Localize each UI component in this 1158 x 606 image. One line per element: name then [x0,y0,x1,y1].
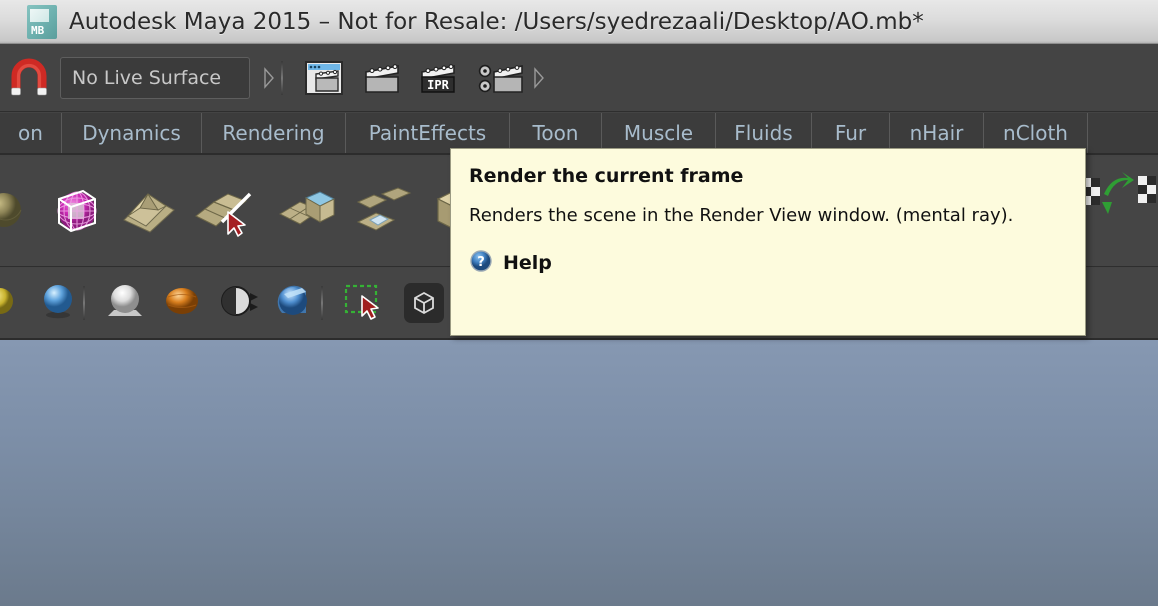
tooltip-popup: Render the current frame Renders the sce… [450,148,1086,336]
tab-muscle[interactable]: Muscle [602,113,716,153]
cube-outline-icon[interactable] [404,283,444,323]
tab-label: Dynamics [82,121,181,145]
tab-label: nCloth [1003,121,1068,145]
shading-wireframe-button[interactable] [0,281,26,325]
tab-label: on [18,121,43,145]
shelf-uv-checker-icon[interactable] [1082,168,1134,228]
tab-label: nHair [909,121,964,145]
svg-text:IPR: IPR [427,78,449,92]
shelf-sphere-icon[interactable] [0,185,36,239]
file-icon-label: MB [31,23,45,37]
tooltip-body: Renders the scene in the Render View win… [469,205,1014,226]
shading-flat-button[interactable] [102,278,148,328]
isolate-select-button[interactable] [404,283,444,323]
shelf-poly-split-icon[interactable] [192,182,264,242]
render-current-frame-button[interactable] [302,58,346,98]
3d-viewport[interactable] [0,340,1158,606]
tab-fur[interactable]: Fur [812,113,890,153]
help-label: Help [503,252,552,274]
maya-application-window: MB Autodesk Maya 2015 – Not for Resale: … [0,0,1158,606]
window-title-bar: MB Autodesk Maya 2015 – Not for Resale: … [0,0,1158,44]
status-line-toolbar: No Live Surface IPR [0,44,1158,112]
tab-fluids[interactable]: Fluids [716,113,812,153]
tab-nhair[interactable]: nHair [890,113,984,153]
tab-painteffects[interactable]: PaintEffects [346,113,510,153]
render-settings-button[interactable] [476,58,523,98]
ipr-render-current-frame-button[interactable]: IPR [418,58,462,98]
shading-textured-button[interactable] [160,279,204,327]
svg-text:?: ? [477,255,485,270]
tab-label: Fluids [734,121,793,145]
shelf-poly-bridge-icon[interactable] [350,182,418,242]
shading-xray-button[interactable] [272,279,316,327]
magnet-icon[interactable] [6,58,52,98]
tab-label: PaintEffects [368,121,487,145]
tooltip-help-link[interactable]: ? Help [469,249,1067,277]
tab-on[interactable]: on [0,113,62,153]
maya-binary-file-icon: MB [27,4,57,39]
help-question-icon: ? [469,249,493,277]
tab-label: Muscle [623,121,694,145]
tab-label: Toon [532,121,579,145]
shading-lighting-button[interactable] [216,279,260,327]
shading-smooth-button[interactable] [38,279,78,327]
page-title: Autodesk Maya 2015 – Not for Resale: /Us… [69,8,924,35]
shelf-poly-cube-face-icon[interactable] [276,182,338,242]
tab-dynamics[interactable]: Dynamics [62,113,202,153]
tab-ncloth[interactable]: nCloth [984,113,1088,153]
chevron-right-icon[interactable] [262,57,276,99]
ipr-render-button[interactable] [360,58,404,98]
tooltip-title: Render the current frame [469,165,744,187]
toolbar-divider[interactable] [276,56,288,100]
shelf-poly-extrude-icon[interactable] [118,182,180,242]
tab-label: Rendering [222,121,325,145]
live-surface-input[interactable]: No Live Surface [60,56,250,99]
select-tool-button[interactable] [340,278,386,328]
shelf-sculpt-geometry-icon[interactable] [48,181,106,243]
tab-toon[interactable]: Toon [510,113,602,153]
tab-rendering[interactable]: Rendering [202,113,346,153]
tab-label: Fur [834,121,867,145]
toolbar-divider-3[interactable] [316,281,328,325]
shelf-uv-checker-2-icon[interactable] [1138,170,1158,226]
chevron-right-icon-2[interactable] [532,57,546,99]
live-surface-value: No Live Surface [72,66,222,89]
toolbar-divider-2[interactable] [78,281,90,325]
